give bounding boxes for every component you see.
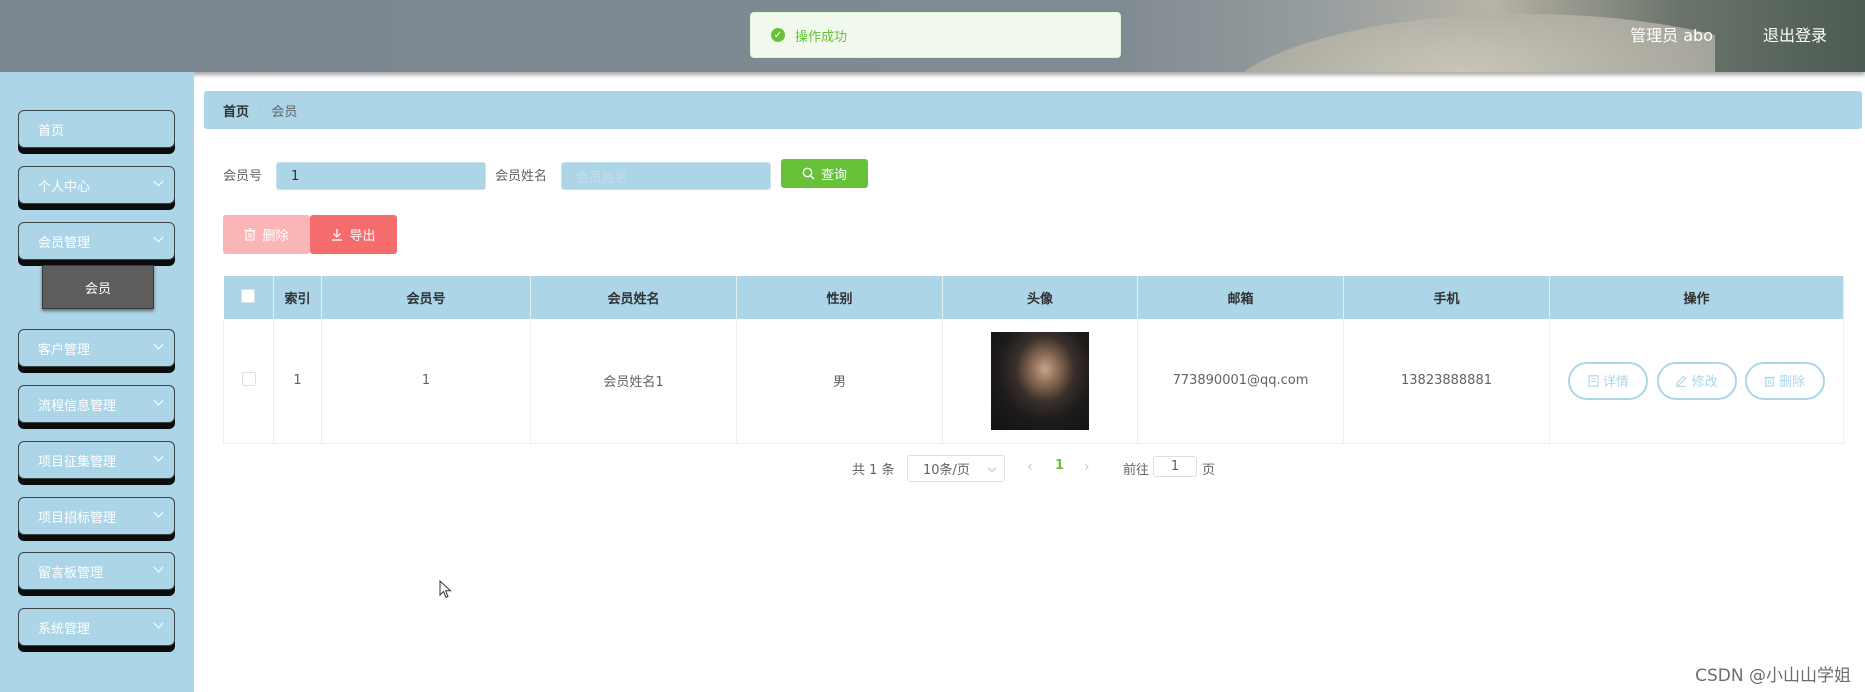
goto-label: 前往 xyxy=(1123,463,1150,478)
table-header-row: 索引 会员号 会员姓名 性别 头像 邮箱 手机 操作 xyxy=(223,276,1844,319)
download-icon xyxy=(332,229,343,241)
sidebar: 首页 个人中心 会员管理 会员 客户管理 流程信息管理 项目征集管理 项目招标管… xyxy=(0,72,194,692)
cell-actions: 详情 修改 删除 xyxy=(1549,319,1844,444)
chevron-down-icon xyxy=(153,618,164,629)
prev-page-button[interactable]: ‹ xyxy=(1027,459,1033,475)
chevron-down-icon xyxy=(153,507,164,518)
column-header-avatar: 头像 xyxy=(942,276,1138,319)
cell-index: 1 xyxy=(273,319,322,444)
sidebar-subitem-member[interactable]: 会员 xyxy=(42,265,154,309)
sidebar-item-label: 个人中心 xyxy=(38,179,91,195)
success-toast: ✓ 操作成功 xyxy=(750,12,1121,58)
column-header-phone: 手机 xyxy=(1343,276,1550,319)
row-delete-label: 删除 xyxy=(1779,375,1806,391)
sidebar-item-label: 流程信息管理 xyxy=(38,398,117,414)
cell-member-name: 会员姓名1 xyxy=(530,319,737,444)
mouse-cursor-icon xyxy=(439,580,452,599)
detail-button-label: 详情 xyxy=(1602,375,1629,391)
batch-delete-button[interactable]: 删除 xyxy=(223,215,310,254)
column-header-email: 邮箱 xyxy=(1137,276,1344,319)
table-row: 1 1 会员姓名1 男 773890001@qq.com 13823888881… xyxy=(223,319,1844,444)
column-header-member-no: 会员号 xyxy=(321,276,531,319)
cell-avatar xyxy=(942,319,1138,444)
cell-gender: 男 xyxy=(736,319,943,444)
row-checkbox[interactable] xyxy=(241,371,256,386)
watermark: CSDN @小山山学姐 xyxy=(1695,666,1851,686)
avatar xyxy=(991,331,1089,430)
column-header-member-name: 会员姓名 xyxy=(530,276,737,319)
breadcrumb-separator: / xyxy=(258,102,263,118)
success-check-icon: ✓ xyxy=(771,28,785,42)
edit-button[interactable]: 修改 xyxy=(1656,361,1737,400)
sidebar-item-process-info-management[interactable]: 流程信息管理 xyxy=(18,385,175,423)
page-size-value: 10条/页 xyxy=(923,463,970,478)
page-suffix-label: 页 xyxy=(1202,463,1216,478)
sidebar-item-project-collection-management[interactable]: 项目征集管理 xyxy=(18,441,175,479)
member-name-input[interactable]: 会员姓名 xyxy=(561,162,771,190)
chevron-down-icon xyxy=(153,232,164,243)
row-select-cell xyxy=(223,319,274,444)
sidebar-item-message-board-management[interactable]: 留言板管理 xyxy=(18,552,175,590)
export-label: 导出 xyxy=(349,229,376,244)
trash-icon xyxy=(1764,376,1775,387)
chevron-down-icon xyxy=(153,395,164,406)
chevron-down-icon xyxy=(153,339,164,350)
search-button[interactable]: 查询 xyxy=(781,159,868,188)
sidebar-item-label: 会员管理 xyxy=(38,235,91,251)
next-page-button[interactable]: › xyxy=(1084,459,1090,475)
sidebar-item-label: 项目征集管理 xyxy=(38,454,117,470)
pencil-icon xyxy=(1676,375,1687,387)
logout-link[interactable]: 退出登录 xyxy=(1763,22,1827,46)
batch-delete-label: 删除 xyxy=(262,229,289,244)
column-header-actions: 操作 xyxy=(1549,276,1844,319)
goto-page-input[interactable]: 1 xyxy=(1153,456,1197,477)
export-button[interactable]: 导出 xyxy=(310,215,397,254)
breadcrumb: 首页 / 会员 xyxy=(204,91,1862,129)
edit-button-label: 修改 xyxy=(1691,375,1718,391)
sidebar-item-customer-management[interactable]: 客户管理 xyxy=(18,329,175,367)
sidebar-item-label: 首页 xyxy=(38,123,65,139)
sidebar-item-home[interactable]: 首页 xyxy=(18,110,175,148)
column-header-index: 索引 xyxy=(273,276,322,319)
trash-icon xyxy=(244,228,256,241)
chevron-down-icon xyxy=(987,463,997,473)
sidebar-item-member-management[interactable]: 会员管理 xyxy=(18,222,175,260)
sidebar-item-label: 项目招标管理 xyxy=(38,510,117,526)
chevron-down-icon xyxy=(153,176,164,187)
detail-button[interactable]: 详情 xyxy=(1568,361,1649,400)
admin-user-label: 管理员 abo xyxy=(1630,26,1713,45)
select-all-cell xyxy=(223,276,274,319)
member-no-label: 会员号 xyxy=(223,169,263,184)
breadcrumb-current: 会员 xyxy=(271,104,298,120)
member-table: 索引 会员号 会员姓名 性别 头像 邮箱 手机 操作 1 1 会员姓名1 男 7… xyxy=(223,276,1844,444)
search-icon xyxy=(802,167,815,180)
search-button-label: 查询 xyxy=(820,168,847,183)
page-number-current[interactable]: 1 xyxy=(1055,458,1064,473)
member-name-label: 会员姓名 xyxy=(495,169,548,184)
sidebar-item-label: 系统管理 xyxy=(38,621,91,637)
document-icon xyxy=(1588,375,1599,387)
pagination-total: 共 1 条 xyxy=(852,463,895,478)
sidebar-item-label: 客户管理 xyxy=(38,342,91,358)
cell-email: 773890001@qq.com xyxy=(1137,319,1344,444)
sidebar-item-personal-center[interactable]: 个人中心 xyxy=(18,166,175,204)
select-all-checkbox[interactable] xyxy=(241,288,256,303)
sidebar-item-label: 留言板管理 xyxy=(38,565,104,581)
cell-phone: 13823888881 xyxy=(1343,319,1550,444)
member-no-input[interactable]: 1 xyxy=(276,162,486,190)
sidebar-item-system-management[interactable]: 系统管理 xyxy=(18,608,175,646)
sidebar-item-project-bidding-management[interactable]: 项目招标管理 xyxy=(18,497,175,535)
breadcrumb-home-link[interactable]: 首页 xyxy=(223,101,249,120)
chevron-down-icon xyxy=(153,451,164,462)
toast-message: 操作成功 xyxy=(795,29,848,45)
column-header-gender: 性别 xyxy=(736,276,943,319)
cell-member-no: 1 xyxy=(321,319,531,444)
row-delete-button[interactable]: 删除 xyxy=(1744,361,1825,400)
page-size-select[interactable]: 10条/页 xyxy=(907,455,1005,482)
chevron-down-icon xyxy=(153,562,164,573)
